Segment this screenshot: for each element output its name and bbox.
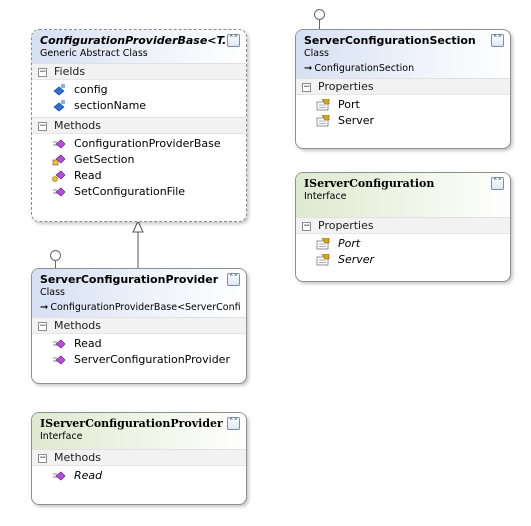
server-configuration-section-shape[interactable]: ServerConfigurationSection Class ➞ Config… [295, 29, 511, 149]
iserver-configuration-shape[interactable]: IServerConfiguration Interface ˄˄ − Prop… [295, 172, 511, 282]
minus-box-icon[interactable]: − [38, 322, 47, 331]
shape-base-type: ➞ ConfigurationSection [304, 63, 415, 74]
methods-section-header[interactable]: − Methods [32, 449, 246, 466]
property-row[interactable]: Server [296, 113, 510, 129]
field-row[interactable]: sectionName [32, 98, 246, 114]
shape-kind: Class [304, 48, 329, 59]
method-row[interactable]: Read [32, 336, 246, 352]
fields-section-header[interactable]: − Fields [32, 63, 246, 80]
section-label: Fields [54, 65, 86, 78]
field-row[interactable]: config [32, 82, 246, 98]
property-icon [316, 238, 330, 250]
section-label: Methods [54, 119, 101, 132]
virtual-method-icon [52, 170, 66, 182]
methods-section-header[interactable]: − Methods [32, 317, 246, 334]
minus-box-icon[interactable]: − [38, 68, 47, 77]
shape-header: ConfigurationProviderBase<T... Generic A… [32, 30, 246, 63]
inheritance-arrow-icon: ➞ [40, 302, 49, 313]
shape-kind: Interface [304, 191, 347, 202]
method-icon [53, 139, 66, 149]
method-icon [53, 187, 66, 197]
method-row[interactable]: Read [32, 468, 246, 484]
shape-title: ServerConfigurationProvider [40, 273, 219, 286]
minus-box-icon[interactable]: − [302, 222, 311, 231]
section-label: Properties [318, 80, 374, 93]
shape-header: IServerConfiguration Interface ˄˄ [296, 173, 510, 217]
method-icon [53, 339, 66, 349]
shape-kind: Class [40, 287, 65, 298]
method-row[interactable]: GetSection [32, 152, 246, 168]
method-row[interactable]: ConfigurationProviderBase [32, 136, 246, 152]
collapse-icon[interactable]: ˄˄ [227, 34, 240, 47]
protected-method-icon [52, 154, 66, 166]
minus-box-icon[interactable]: − [38, 122, 47, 131]
collapse-icon[interactable]: ˄˄ [491, 34, 504, 47]
property-icon [316, 115, 330, 127]
method-row[interactable]: ServerConfigurationProvider [32, 352, 246, 368]
property-row[interactable]: Port [296, 97, 510, 113]
properties-section-header[interactable]: − Properties [296, 217, 510, 234]
shape-title: ConfigurationProviderBase<T... [40, 34, 235, 47]
methods-section-header[interactable]: − Methods [32, 117, 246, 134]
method-row[interactable]: Read [32, 168, 246, 184]
collapse-icon[interactable]: ˄˄ [227, 273, 240, 286]
shape-title: IServerConfiguration [304, 177, 435, 190]
method-icon [53, 471, 66, 481]
property-icon [316, 254, 330, 266]
shape-header: ServerConfigurationProvider Class ➞ Confi… [32, 269, 246, 317]
field-icon [53, 84, 65, 96]
section-label: Methods [54, 451, 101, 464]
minus-box-icon[interactable]: − [302, 83, 311, 92]
shape-header: IServerConfigurationProvider Interface ˄… [32, 413, 246, 449]
collapse-icon[interactable]: ˄˄ [227, 417, 240, 430]
shape-kind: Generic Abstract Class [40, 48, 148, 59]
inheritance-arrow-icon: ➞ [304, 63, 313, 74]
method-icon [53, 355, 66, 365]
property-row[interactable]: Port [296, 236, 510, 252]
collapse-icon[interactable]: ˄˄ [491, 177, 504, 190]
configuration-provider-base-shape[interactable]: ConfigurationProviderBase<T... Generic A… [31, 29, 247, 222]
shape-header: ServerConfigurationSection Class ➞ Config… [296, 30, 510, 78]
interface-lollipop [314, 9, 326, 31]
properties-section-header[interactable]: − Properties [296, 78, 510, 95]
method-row[interactable]: SetConfigurationFile [32, 184, 246, 200]
section-label: Properties [318, 219, 374, 232]
property-icon [316, 99, 330, 111]
shape-title: ServerConfigurationSection [304, 34, 476, 47]
property-row[interactable]: Server [296, 252, 510, 268]
minus-box-icon[interactable]: − [38, 454, 47, 463]
field-icon [53, 100, 65, 112]
iserver-configuration-provider-shape[interactable]: IServerConfigurationProvider Interface ˄… [31, 412, 247, 505]
shape-kind: Interface [40, 431, 83, 442]
server-configuration-provider-shape[interactable]: ServerConfigurationProvider Class ➞ Confi… [31, 268, 247, 384]
shape-title: IServerConfigurationProvider [40, 417, 223, 430]
shape-base-type: ➞ ConfigurationProviderBase<ServerConfig.… [40, 302, 240, 313]
section-label: Methods [54, 319, 101, 332]
